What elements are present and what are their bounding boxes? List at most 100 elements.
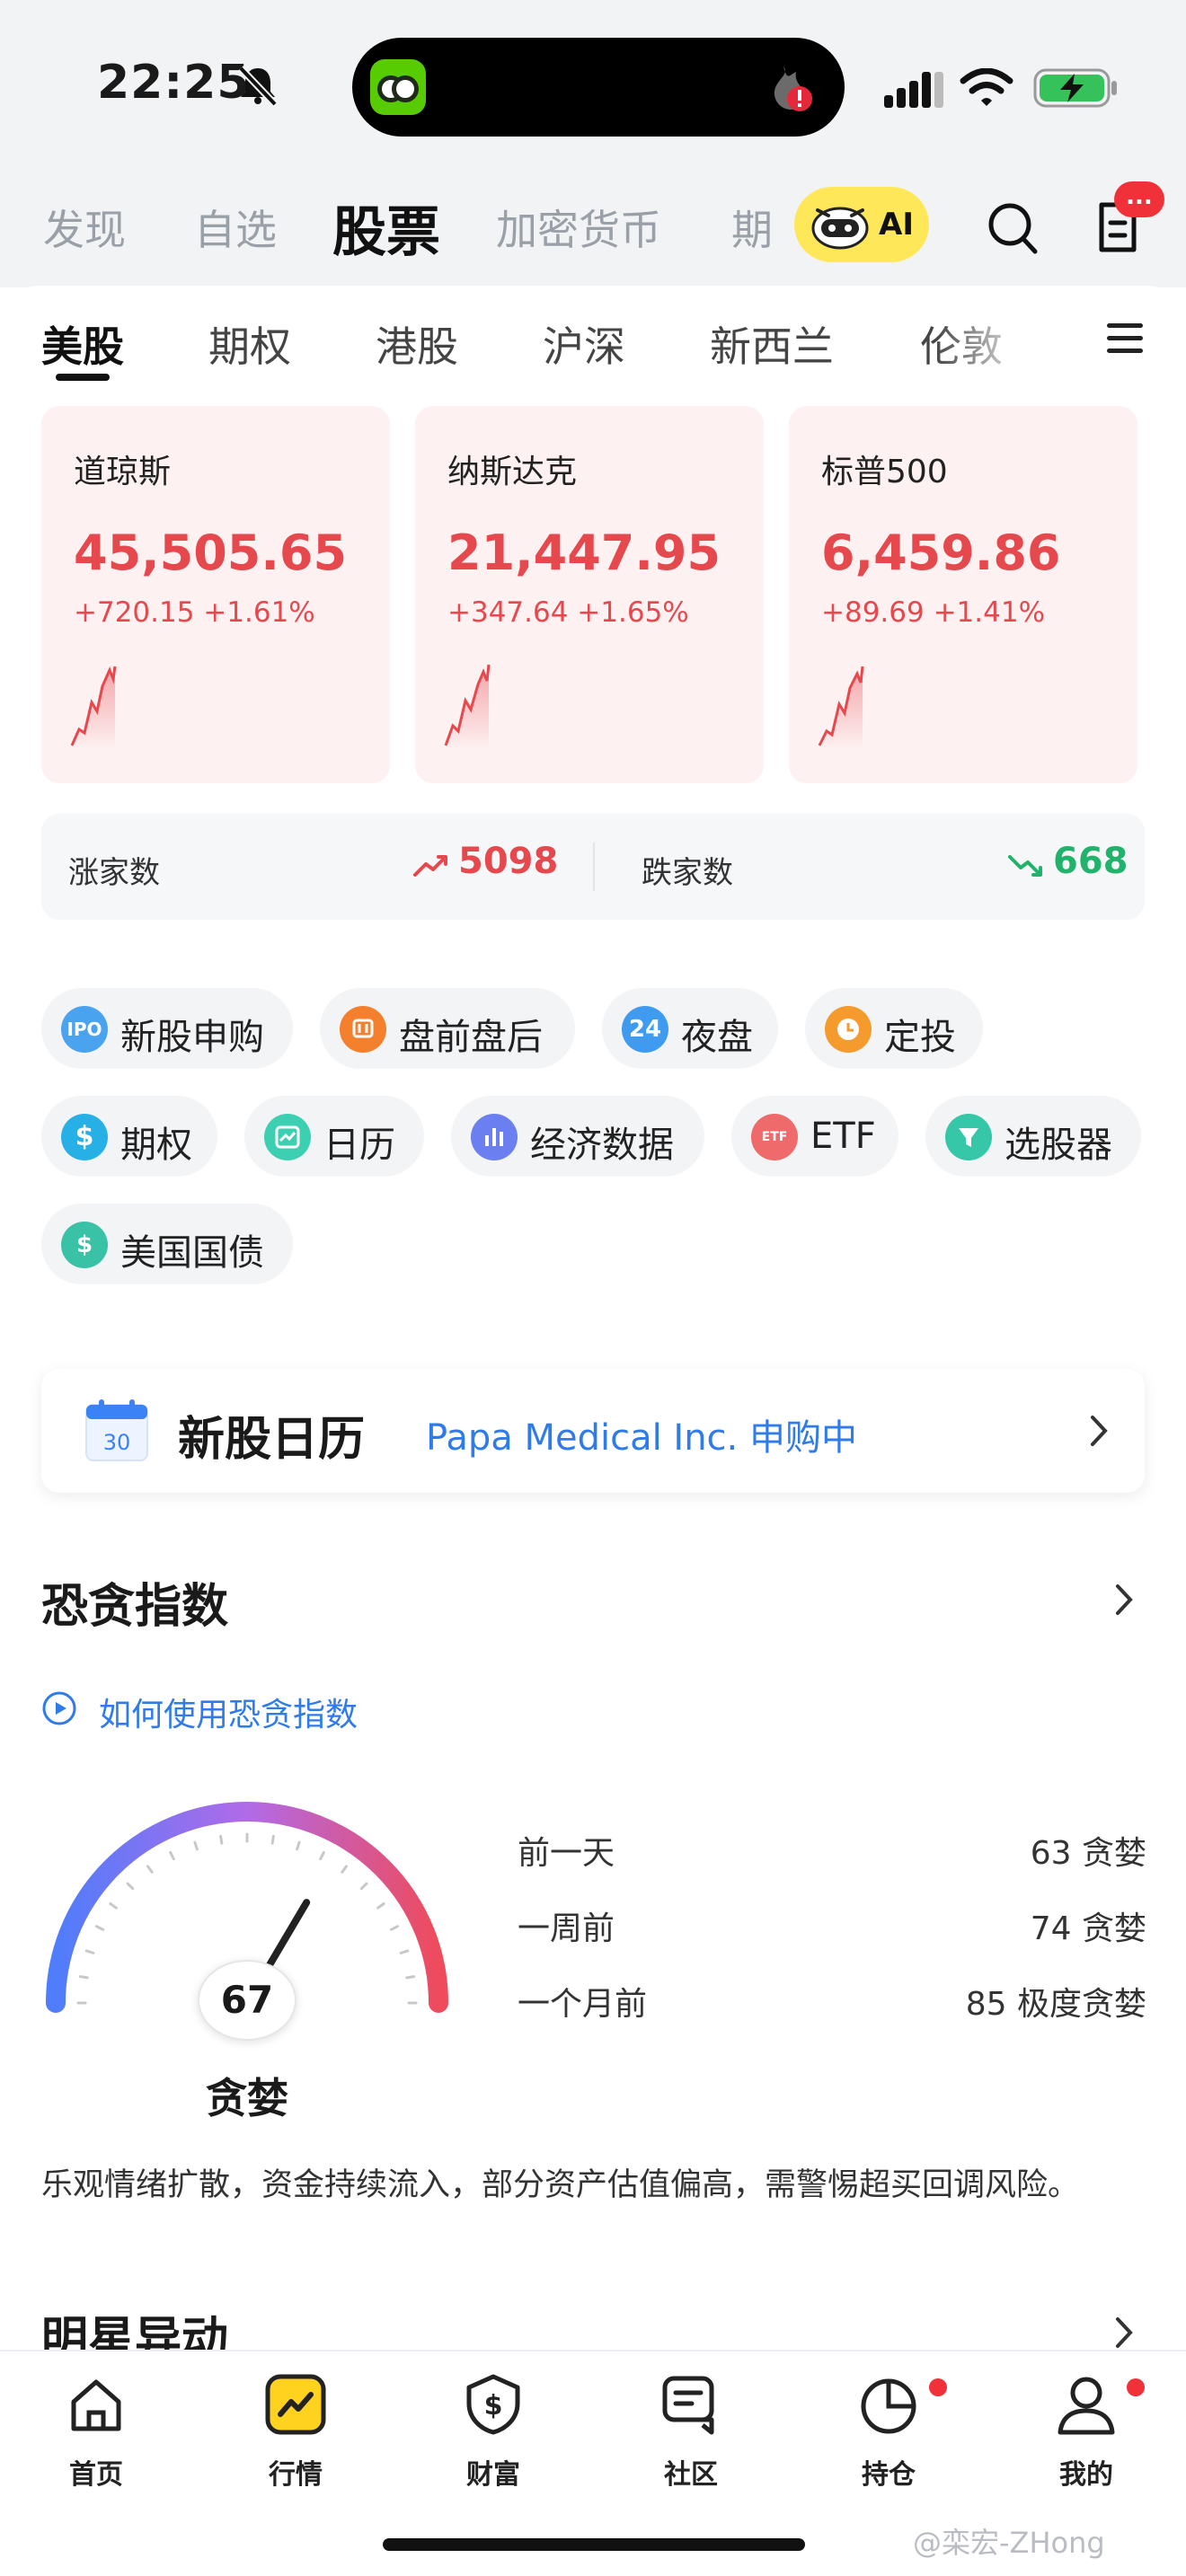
nav-market[interactable]: 行情 [228, 2373, 363, 2499]
bell-muted-icon [238, 66, 278, 106]
gauge-tick [399, 1949, 410, 1954]
chip-premarket[interactable]: 盘前盘后 [320, 988, 575, 1069]
ipo-calendar-banner[interactable]: 30 新股日历 Papa Medical Inc. 申购中 [41, 1369, 1145, 1493]
chevron-right-icon[interactable] [1114, 2316, 1136, 2350]
subtab-new-zealand[interactable]: 新西兰 [710, 314, 834, 374]
howto-label: 如何使用恐贪指数 [99, 1697, 358, 1734]
chip-economic-data[interactable]: 经济数据 [451, 1096, 704, 1177]
history-value: 74 贪婪 [1030, 1910, 1146, 1947]
nav-wealth[interactable]: $ 财富 [426, 2373, 561, 2499]
advancers-label: 涨家数 [68, 855, 160, 891]
ai-label: AI [879, 207, 914, 243]
nav-community[interactable]: 社区 [624, 2373, 758, 2499]
chip-label: 盘前盘后 [399, 1017, 543, 1058]
duolingo-icon [370, 59, 426, 115]
chip-auto-invest[interactable]: 定投 [805, 988, 983, 1069]
index-sparkline [444, 664, 491, 749]
history-label: 一个月前 [518, 1986, 648, 2023]
gauge-tick [341, 1865, 349, 1874]
index-name: 标普500 [821, 454, 948, 490]
battery-charging-icon [1033, 68, 1117, 108]
profile-icon [1058, 2377, 1115, 2435]
advancers-count: 5098 [458, 841, 559, 882]
streak-alert-icon [774, 66, 812, 111]
chevron-right-icon[interactable] [1114, 1583, 1136, 1617]
decliners-label: 跌家数 [642, 855, 733, 891]
ipo-calendar-title: 新股日历 [178, 1413, 366, 1467]
ai-assistant-button[interactable]: AI [794, 187, 929, 262]
nav-label: 财富 [466, 2459, 520, 2491]
portfolio-icon [861, 2378, 916, 2434]
trend-up-icon [413, 855, 447, 877]
gauge-tick [389, 1925, 400, 1931]
chevron-right-icon [1091, 1416, 1108, 1446]
wifi-icon [960, 68, 1013, 106]
chip-label: 美国国债 [120, 1232, 264, 1274]
subtab-hk-stocks[interactable]: 港股 [376, 314, 458, 374]
history-row-month: 一个月前 85 极度贪婪 [518, 1978, 1146, 2032]
tab-futures[interactable]: 期 [731, 198, 773, 257]
gauge-tick [270, 1834, 275, 1845]
chip-ipo[interactable]: IPO 新股申购 [41, 988, 293, 1069]
dynamic-island [352, 38, 845, 137]
search-icon[interactable] [987, 201, 1039, 255]
top-tab-bar: 发现 自选 股票 加密货币 期 AI ... [0, 162, 1186, 287]
tab-discover[interactable]: 发现 [43, 198, 126, 257]
index-card-sp500[interactable]: 标普500 6,459.86 +89.69 +1.41% [789, 406, 1137, 783]
index-change: +347.64 +1.65% [447, 596, 689, 629]
chip-label: 新股申购 [120, 1017, 264, 1058]
index-name: 纳斯达克 [447, 454, 578, 490]
chip-etf[interactable]: ETF ETF [731, 1096, 898, 1177]
fear-greed-title[interactable]: 恐贪指数 [41, 1568, 228, 1636]
gauge-tick [296, 1840, 301, 1851]
home-indicator [383, 2538, 805, 2551]
dollar-icon: $ [61, 1114, 108, 1160]
portfolio-notification-dot [929, 2378, 947, 2396]
chip-calendar[interactable]: 日历 [244, 1096, 424, 1177]
chip-label: 选股器 [1005, 1125, 1112, 1166]
history-value: 85 极度贪婪 [965, 1986, 1146, 2023]
history-label: 一周前 [518, 1910, 615, 1947]
subtab-a-shares[interactable]: 沪深 [543, 314, 625, 374]
ai-robot-icon [811, 207, 869, 250]
calendar-date-icon: 30 [85, 1399, 148, 1461]
fear-greed-label: 贪婪 [206, 2074, 288, 2122]
gauge-tick [78, 1975, 89, 1980]
nav-label: 首页 [69, 2459, 123, 2491]
gauge-tick [319, 1850, 325, 1861]
chip-options[interactable]: $ 期权 [41, 1096, 217, 1177]
divider [593, 842, 595, 891]
nav-label: 我的 [1059, 2459, 1113, 2491]
index-change: +720.15 +1.61% [74, 596, 315, 629]
tab-fade [934, 296, 1078, 386]
etf-icon: ETF [751, 1114, 798, 1160]
market-breadth[interactable]: 涨家数 5098 跌家数 668 [41, 814, 1145, 920]
bar-chart-icon [471, 1114, 518, 1160]
index-change: +89.69 +1.41% [821, 596, 1046, 629]
subtab-us-stocks[interactable]: 美股 [41, 314, 124, 374]
svg-text:$: $ [484, 2390, 503, 2422]
chip-label: 夜盘 [681, 1017, 753, 1058]
tab-stocks[interactable]: 股票 [332, 189, 440, 267]
chip-label: 期权 [120, 1125, 192, 1166]
history-label: 前一天 [518, 1835, 615, 1872]
tab-crypto[interactable]: 加密货币 [496, 198, 661, 257]
nav-label: 持仓 [862, 2459, 916, 2491]
subtab-options[interactable]: 期权 [208, 314, 291, 374]
index-value: 6,459.86 [821, 525, 1061, 581]
gauge-tick [359, 1882, 368, 1891]
chip-treasuries[interactable]: $ 美国国债 [41, 1204, 293, 1284]
tab-watchlist[interactable]: 自选 [194, 198, 277, 257]
chip-label: 定投 [884, 1017, 956, 1058]
chip-night-session[interactable]: 24 夜盘 [602, 988, 778, 1069]
chip-screener[interactable]: 选股器 [925, 1096, 1141, 1177]
trend-down-icon [1008, 855, 1042, 877]
ipo-icon: IPO [61, 1006, 108, 1053]
index-card-nasdaq[interactable]: 纳斯达克 21,447.95 +347.64 +1.65% [415, 406, 764, 783]
profile-notification-dot [1127, 2378, 1145, 2396]
menu-icon[interactable] [1107, 323, 1143, 354]
history-row-yesterday: 前一天 63 贪婪 [518, 1827, 1146, 1881]
index-value: 21,447.95 [447, 525, 721, 581]
nav-home[interactable]: 首页 [29, 2373, 164, 2499]
index-card-dow[interactable]: 道琼斯 45,505.65 +720.15 +1.61% [41, 406, 390, 783]
